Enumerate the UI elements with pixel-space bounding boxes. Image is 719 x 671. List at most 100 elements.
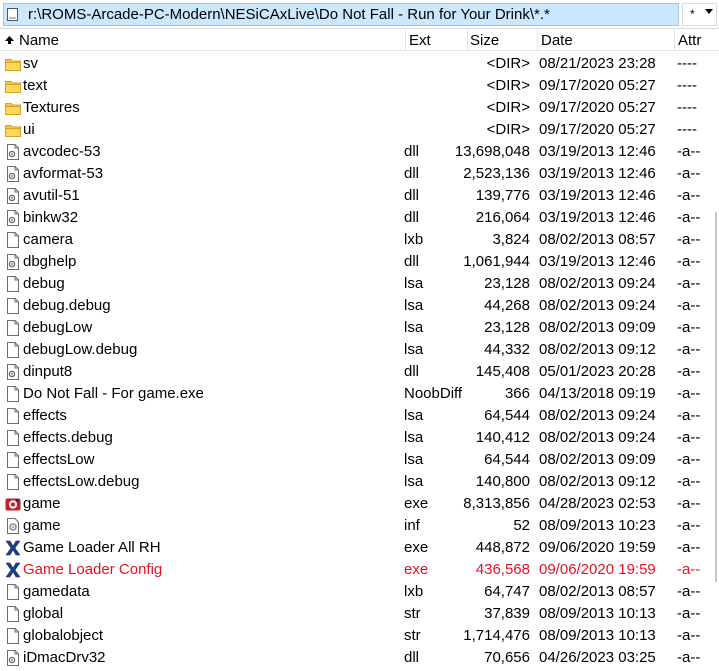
file-date: 08/02/2013 09:12	[539, 473, 656, 490]
file-row[interactable]: game exe 8,313,856 04/28/2023 02:53 -a--	[0, 492, 715, 514]
file-date: 09/17/2020 05:27	[539, 77, 656, 94]
file-date: 04/13/2018 09:19	[539, 385, 656, 402]
file-row[interactable]: dbghelp dll 1,061,944 03/19/2013 12:46 -a--	[0, 250, 715, 272]
file-icon	[5, 606, 21, 622]
x-app-icon	[5, 562, 21, 578]
file-date: 08/02/2013 08:57	[539, 231, 656, 248]
file-row[interactable]: Textures <DIR> 09/17/2020 05:27 ----	[0, 96, 715, 118]
file-row[interactable]: global str 37,839 08/09/2013 10:13 -a--	[0, 602, 715, 624]
file-row[interactable]: ui <DIR> 09/17/2020 05:27 ----	[0, 118, 715, 140]
file-name: effects.debug	[23, 429, 113, 446]
file-date: 08/02/2013 09:24	[539, 297, 656, 314]
column-header-attr[interactable]: Attr	[675, 30, 719, 50]
file-date: 03/19/2013 12:46	[539, 165, 656, 182]
dll-icon	[5, 254, 21, 270]
file-icon	[5, 408, 21, 424]
file-date: 04/28/2023 02:53	[539, 495, 656, 512]
file-attr: -a--	[677, 165, 701, 182]
file-row[interactable]: avformat-53 dll 2,523,136 03/19/2013 12:46-…	[0, 162, 715, 184]
file-date: 08/02/2013 09:24	[539, 275, 656, 292]
file-attr: -a--	[677, 231, 701, 248]
file-row[interactable]: debug.debug lsa 44,268 08/02/2013 09:24 -a--	[0, 294, 715, 316]
file-attr: ----	[677, 121, 697, 138]
file-row[interactable]: effectsLow.debug lsa 140,800 08/02/2013 09:…	[0, 470, 715, 492]
file-icon	[5, 628, 21, 644]
file-row[interactable]: effects.debug lsa 140,412 08/02/2013 09:24-…	[0, 426, 715, 448]
file-row[interactable]: text <DIR> 09/17/2020 05:27 ----	[0, 74, 715, 96]
file-row[interactable]: Game Loader Config exe 436,568 09/06/2020 1…	[0, 558, 715, 580]
file-name: effectsLow	[23, 451, 95, 468]
file-size: 1,061,944	[463, 253, 530, 270]
file-row[interactable]: debugLow.debug lsa 44,332 08/02/2013 09:12-…	[0, 338, 715, 360]
file-row[interactable]: effects lsa 64,544 08/02/2013 09:24 -a--	[0, 404, 715, 426]
file-row[interactable]: camera lxb 3,824 08/02/2013 08:57 -a--	[0, 228, 715, 250]
file-size: 23,128	[484, 319, 530, 336]
file-attr: -a--	[677, 605, 701, 622]
file-date: 04/26/2023 03:25	[539, 649, 656, 666]
file-attr: -a--	[677, 187, 701, 204]
column-header-name[interactable]: Name	[0, 30, 405, 50]
file-attr: -a--	[677, 627, 701, 644]
file-row[interactable]: avcodec-53 dll 13,698,048 03/19/2013 12:46-…	[0, 140, 715, 162]
game-exe-icon	[5, 496, 21, 512]
file-size: 216,064	[475, 209, 530, 226]
file-icon	[5, 452, 21, 468]
file-row[interactable]: gamedata lxb 64,747 08/02/2013 08:57 -a--	[0, 580, 715, 602]
file-date: 08/09/2013 10:13	[539, 627, 656, 644]
file-attr: -a--	[677, 495, 701, 512]
file-date: 08/02/2013 09:09	[539, 319, 656, 336]
file-name: Game Loader All RH	[23, 539, 161, 556]
file-row[interactable]: debug lsa 23,128 08/02/2013 09:24 -a--	[0, 272, 715, 294]
file-size: 139,776	[475, 187, 530, 204]
file-date: 03/19/2013 12:46	[539, 209, 656, 226]
file-attr: -a--	[677, 473, 701, 490]
file-size: 64,544	[484, 451, 530, 468]
column-header-ext[interactable]: Ext	[406, 30, 467, 50]
filter-dropdown[interactable]: *	[682, 3, 717, 26]
file-size: <DIR>	[486, 55, 530, 72]
file-attr: -a--	[677, 275, 701, 292]
file-size: 64,747	[484, 583, 530, 600]
file-row[interactable]: debugLow lsa 23,128 08/02/2013 09:09 -a--	[0, 316, 715, 338]
dll-icon	[5, 188, 21, 204]
file-attr: ----	[677, 99, 697, 116]
file-name: Game Loader Config	[23, 561, 163, 578]
file-attr: -a--	[677, 517, 701, 534]
file-row[interactable]: Do Not Fall - For game.exe NoobDiff 366 04/…	[0, 382, 715, 404]
file-size: <DIR>	[486, 77, 530, 94]
file-size: <DIR>	[486, 121, 530, 138]
file-icon	[5, 320, 21, 336]
scrollbar-thumb[interactable]	[715, 212, 717, 582]
file-row[interactable]: binkw32 dll 216,064 03/19/2013 12:46 -a--	[0, 206, 715, 228]
file-row[interactable]: dinput8 dll 145,408 05/01/2023 20:28 -a--	[0, 360, 715, 382]
file-icon	[5, 430, 21, 446]
file-size: 145,408	[475, 363, 530, 380]
file-row[interactable]: game inf 52 08/09/2013 10:23 -a--	[0, 514, 715, 536]
file-size: 23,128	[484, 275, 530, 292]
file-icon	[5, 276, 21, 292]
column-size-label: Size	[470, 32, 500, 49]
file-date: 08/21/2023 23:28	[539, 55, 656, 72]
folder-icon	[5, 78, 21, 94]
file-list[interactable]: sv <DIR> 08/21/2023 23:28 ---- text <DIR> 09/1…	[0, 52, 715, 671]
file-date: 08/02/2013 09:12	[539, 341, 656, 358]
file-name: avutil-51	[23, 187, 80, 204]
file-date: 09/17/2020 05:27	[539, 121, 656, 138]
file-date: 03/19/2013 12:46	[539, 253, 656, 270]
column-header-size[interactable]: Size	[468, 30, 537, 50]
file-row[interactable]: avutil-51 dll 139,776 03/19/2013 12:46 -a--	[0, 184, 715, 206]
file-name: binkw32	[23, 209, 79, 226]
file-attr: -a--	[677, 407, 701, 424]
file-name: game	[23, 517, 61, 534]
drive-icon	[7, 8, 18, 21]
column-header-date[interactable]: Date	[538, 30, 674, 50]
file-name: Textures	[23, 99, 80, 116]
file-row[interactable]: effectsLow lsa 64,544 08/02/2013 09:09 -a--	[0, 448, 715, 470]
file-row[interactable]: Game Loader All RH exe 448,872 09/06/2020 1…	[0, 536, 715, 558]
file-row[interactable]: globalobject str 1,714,476 08/09/2013 10:13…	[0, 624, 715, 646]
file-row[interactable]: iDmacDrv32 dll 70,656 04/26/2023 03:25 -a--	[0, 646, 715, 668]
vertical-scrollbar[interactable]	[715, 52, 719, 671]
path-field[interactable]: r:\ROMS-Arcade-PC-Modern\NESiCAxLive\Do …	[3, 3, 679, 26]
file-row[interactable]: sv <DIR> 08/21/2023 23:28 ----	[0, 52, 715, 74]
file-date: 03/19/2013 12:46	[539, 187, 656, 204]
